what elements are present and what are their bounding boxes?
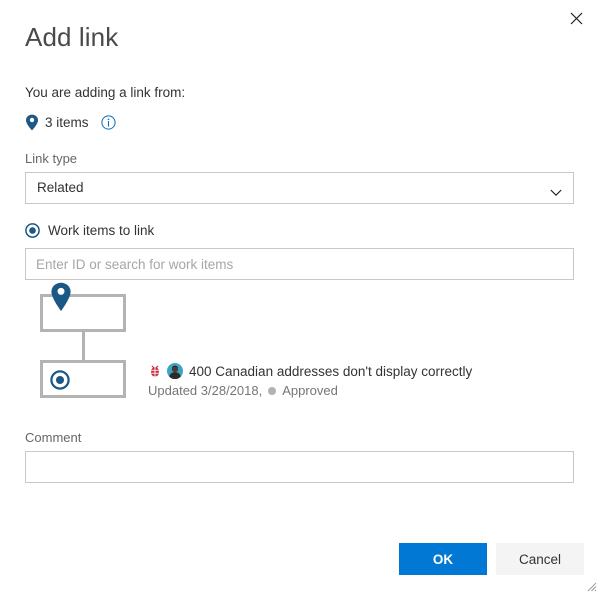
status-badge-dot xyxy=(268,386,277,395)
user-avatar-icon xyxy=(167,363,183,380)
work-items-radio-label[interactable]: Work items to link xyxy=(48,223,154,238)
work-items-radio-row[interactable]: Work items to link xyxy=(25,220,574,240)
intro-text: You are adding a link from: xyxy=(25,85,186,100)
linked-work-item[interactable]: 400 Canadian addresses don't display cor… xyxy=(148,362,568,398)
work-item-updated: Updated 3/28/2018, xyxy=(148,383,263,398)
comment-input[interactable] xyxy=(25,451,574,483)
ok-button[interactable]: OK xyxy=(399,543,487,575)
comment-section: Comment xyxy=(25,429,574,483)
radio-selected-icon[interactable] xyxy=(25,222,40,238)
work-item-title-row: 400 Canadian addresses don't display cor… xyxy=(148,362,568,380)
location-pin-icon xyxy=(50,282,72,312)
tree-graphic xyxy=(38,282,148,402)
items-count-label: 3 items xyxy=(45,114,89,130)
work-item-search-input[interactable] xyxy=(25,248,574,280)
target-circle-icon xyxy=(50,370,70,390)
work-item-title[interactable]: 400 Canadian addresses don't display cor… xyxy=(189,364,472,379)
link-tree-preview: 400 Canadian addresses don't display cor… xyxy=(25,282,574,412)
location-pin-icon xyxy=(25,114,39,131)
add-link-dialog: Add link You are adding a link from: 3 i… xyxy=(0,0,599,593)
tree-connector xyxy=(82,332,85,360)
link-type-select[interactable]: Related xyxy=(25,172,574,204)
cancel-button[interactable]: Cancel xyxy=(496,543,584,575)
close-button[interactable] xyxy=(561,4,591,32)
resize-grip-icon[interactable] xyxy=(585,579,597,592)
source-items-row: 3 items xyxy=(25,112,574,132)
close-icon xyxy=(570,12,583,25)
link-type-value: Related xyxy=(37,180,84,195)
link-type-label: Link type xyxy=(25,151,78,166)
bug-icon xyxy=(148,364,162,378)
work-item-meta: Updated 3/28/2018, Approved xyxy=(148,383,568,398)
dialog-footer: OK Cancel xyxy=(0,535,599,593)
chevron-down-icon xyxy=(550,184,562,197)
work-item-state: Approved xyxy=(282,383,338,398)
dialog-body: You are adding a link from: 3 items Link… xyxy=(25,84,574,280)
page-title: Add link xyxy=(25,22,119,52)
comment-label: Comment xyxy=(25,430,82,445)
info-circle-icon[interactable] xyxy=(100,114,116,130)
